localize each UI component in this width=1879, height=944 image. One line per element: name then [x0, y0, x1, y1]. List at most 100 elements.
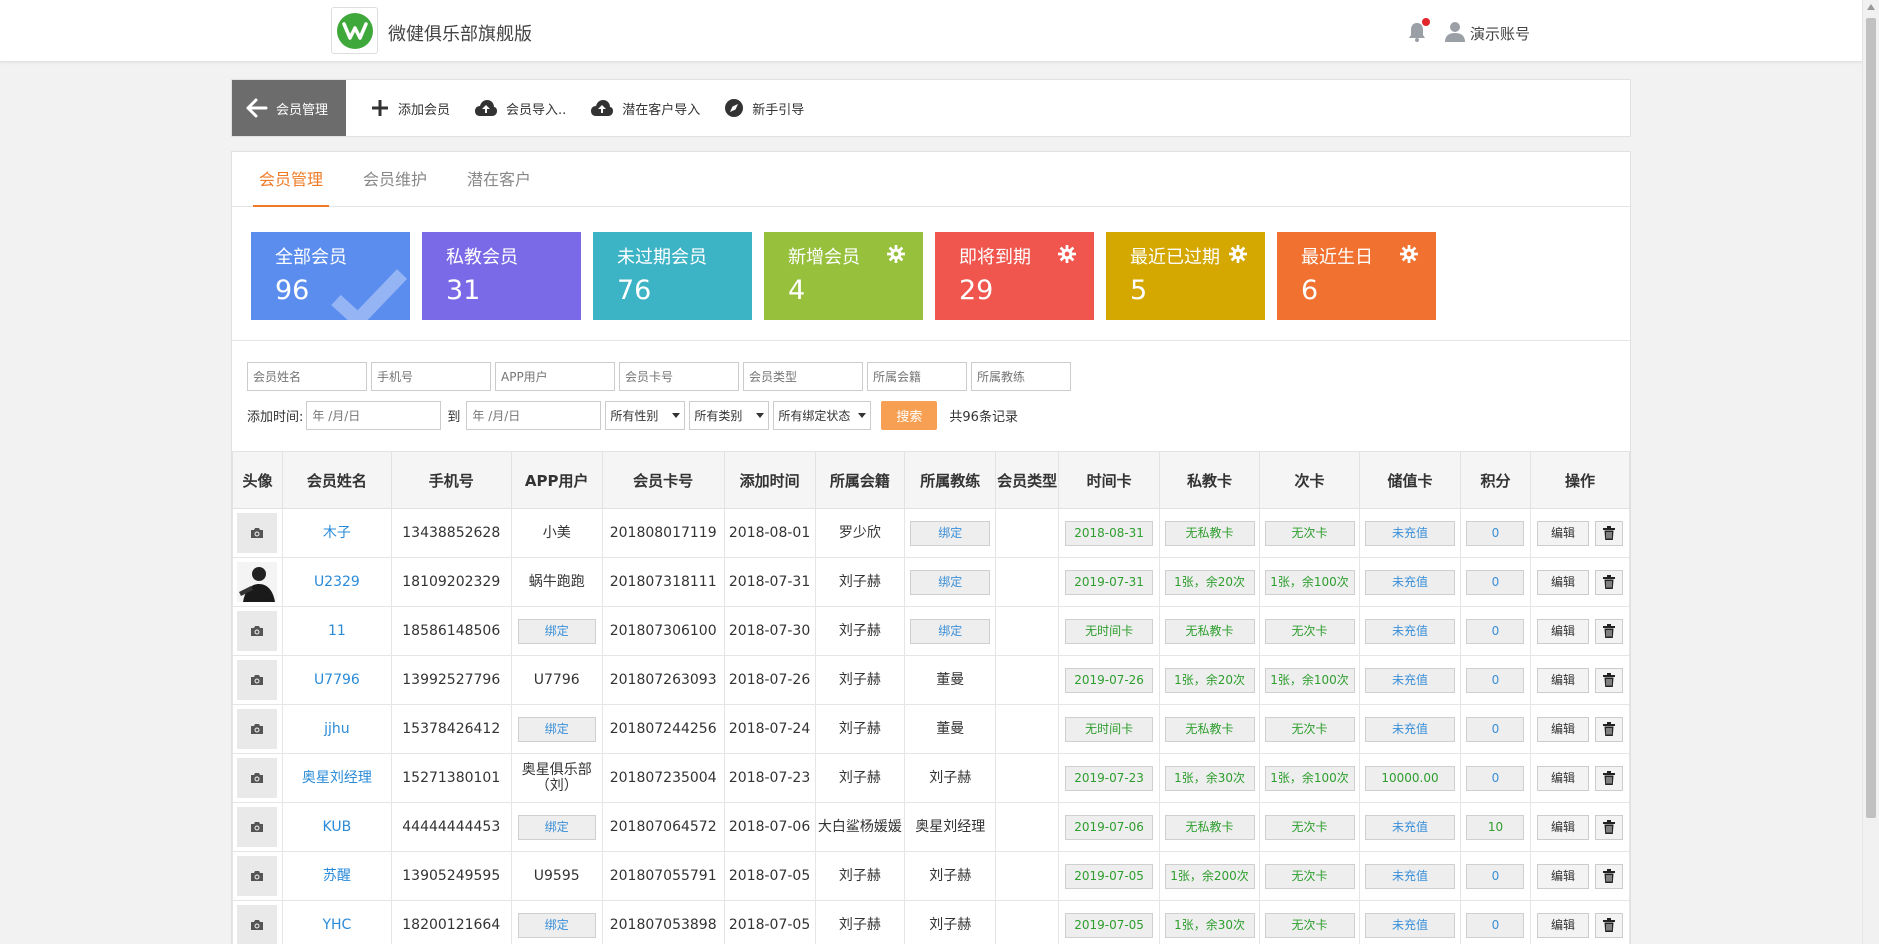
delete-button[interactable]	[1594, 618, 1623, 644]
edit-button[interactable]: 编辑	[1536, 569, 1589, 595]
import-members-button[interactable]: 会员导入..	[474, 99, 566, 118]
card-recent-birthdays[interactable]: 最近生日 6	[1277, 232, 1436, 320]
avatar[interactable]	[237, 856, 278, 896]
scroll-up-arrow-icon[interactable]	[1867, 4, 1875, 10]
count-card-button[interactable]: 1张，余100次	[1264, 667, 1355, 693]
stored-card-button[interactable]: 未充值	[1364, 716, 1455, 742]
pt-card-button[interactable]: 1张，余30次	[1164, 912, 1255, 938]
member-name-input[interactable]	[247, 362, 367, 391]
card-new-members[interactable]: 新增会员 4	[764, 232, 923, 320]
app-logo[interactable]	[331, 7, 378, 54]
points-button[interactable]: 0	[1466, 569, 1525, 595]
category-select[interactable]: 所有类别	[689, 401, 770, 430]
beginner-guide-button[interactable]: 新手引导	[724, 98, 804, 118]
avatar[interactable]	[237, 905, 278, 944]
time-card-button[interactable]: 无时间卡	[1065, 716, 1154, 742]
count-card-button[interactable]: 无次卡	[1264, 814, 1355, 840]
count-card-button[interactable]: 无次卡	[1264, 520, 1355, 546]
points-button[interactable]: 10	[1466, 814, 1525, 840]
tab-member-management[interactable]: 会员管理	[253, 152, 330, 207]
edit-button[interactable]: 编辑	[1536, 618, 1589, 644]
gear-icon[interactable]	[1229, 245, 1247, 263]
coach-input[interactable]	[971, 362, 1071, 391]
card-pt-members[interactable]: 私教会员 31	[422, 232, 581, 320]
stored-card-button[interactable]: 未充值	[1364, 814, 1455, 840]
points-button[interactable]: 0	[1466, 863, 1525, 889]
delete-button[interactable]	[1594, 863, 1623, 889]
points-button[interactable]: 0	[1466, 912, 1525, 938]
add-member-button[interactable]: 添加会员	[370, 98, 450, 118]
stored-card-button[interactable]: 未充值	[1364, 569, 1455, 595]
card-active-members[interactable]: 未过期会员 76	[593, 232, 752, 320]
tab-member-maintenance[interactable]: 会员维护	[357, 152, 433, 207]
delete-button[interactable]	[1594, 814, 1623, 840]
delete-button[interactable]	[1594, 569, 1623, 595]
pt-card-button[interactable]: 无私教卡	[1164, 520, 1255, 546]
avatar[interactable]	[237, 660, 278, 700]
member-name-link[interactable]: jjhu	[324, 721, 350, 737]
tab-prospects[interactable]: 潜在客户	[461, 152, 537, 207]
avatar[interactable]	[237, 611, 278, 651]
gear-icon[interactable]	[887, 245, 905, 263]
member-name-link[interactable]: 奥星刘经理	[302, 770, 372, 786]
pt-card-button[interactable]: 无私教卡	[1164, 814, 1255, 840]
pt-card-button[interactable]: 无私教卡	[1164, 618, 1255, 644]
gear-icon[interactable]	[1058, 245, 1076, 263]
count-card-button[interactable]: 无次卡	[1264, 912, 1355, 938]
app-user-input[interactable]	[495, 362, 615, 391]
delete-button[interactable]	[1594, 765, 1623, 791]
stored-card-button[interactable]: 未充值	[1364, 863, 1455, 889]
time-card-button[interactable]: 2019-07-05	[1065, 863, 1154, 889]
card-all-members[interactable]: 全部会员 96	[251, 232, 410, 320]
edit-button[interactable]: 编辑	[1536, 863, 1589, 889]
avatar[interactable]	[237, 709, 278, 749]
stored-card-button[interactable]: 10000.00	[1364, 765, 1455, 791]
bind-app-button[interactable]: 绑定	[517, 912, 596, 938]
gear-icon[interactable]	[1400, 245, 1418, 263]
bind-status-select[interactable]: 所有绑定状态	[773, 401, 872, 430]
pt-card-button[interactable]: 1张，余30次	[1164, 765, 1255, 791]
pt-card-button[interactable]: 1张，余20次	[1164, 569, 1255, 595]
import-prospects-button[interactable]: 潜在客户导入	[590, 99, 700, 118]
phone-input[interactable]	[371, 362, 491, 391]
edit-button[interactable]: 编辑	[1536, 814, 1589, 840]
stored-card-button[interactable]: 未充值	[1364, 912, 1455, 938]
avatar[interactable]	[237, 758, 278, 798]
search-button[interactable]: 搜索	[881, 401, 938, 430]
club-input[interactable]	[867, 362, 967, 391]
bind-app-button[interactable]: 绑定	[517, 716, 596, 742]
pt-card-button[interactable]: 无私教卡	[1164, 716, 1255, 742]
stored-card-button[interactable]: 未充值	[1364, 667, 1455, 693]
date-to-input[interactable]	[466, 401, 602, 430]
edit-button[interactable]: 编辑	[1536, 765, 1589, 791]
count-card-button[interactable]: 无次卡	[1264, 716, 1355, 742]
time-card-button[interactable]: 无时间卡	[1065, 618, 1154, 644]
points-button[interactable]: 0	[1466, 618, 1525, 644]
time-card-button[interactable]: 2019-07-31	[1065, 569, 1154, 595]
member-name-link[interactable]: 木子	[323, 525, 351, 541]
edit-button[interactable]: 编辑	[1536, 716, 1589, 742]
member-name-link[interactable]: 11	[328, 623, 346, 639]
points-button[interactable]: 0	[1466, 765, 1525, 791]
user-name[interactable]: 演示账号	[1470, 23, 1530, 44]
scrollbar-thumb[interactable]	[1866, 18, 1876, 818]
edit-button[interactable]: 编辑	[1536, 520, 1589, 546]
card-recently-expired[interactable]: 最近已过期 5	[1106, 232, 1265, 320]
user-icon[interactable]	[1444, 20, 1466, 42]
count-card-button[interactable]: 无次卡	[1264, 863, 1355, 889]
avatar[interactable]	[237, 513, 278, 553]
avatar[interactable]	[237, 562, 278, 602]
member-name-link[interactable]: YHC	[322, 917, 351, 933]
pt-card-button[interactable]: 1张，余200次	[1164, 863, 1255, 889]
points-button[interactable]: 0	[1466, 667, 1525, 693]
time-card-button[interactable]: 2019-07-23	[1065, 765, 1154, 791]
member-name-link[interactable]: KUB	[323, 819, 352, 835]
page-scrollbar[interactable]	[1862, 0, 1879, 944]
bind-app-button[interactable]: 绑定	[517, 814, 596, 840]
avatar[interactable]	[237, 807, 278, 847]
points-button[interactable]: 0	[1466, 520, 1525, 546]
delete-button[interactable]	[1594, 520, 1623, 546]
time-card-button[interactable]: 2018-08-31	[1065, 520, 1154, 546]
gender-select[interactable]: 所有性别	[605, 401, 686, 430]
edit-button[interactable]: 编辑	[1536, 667, 1589, 693]
